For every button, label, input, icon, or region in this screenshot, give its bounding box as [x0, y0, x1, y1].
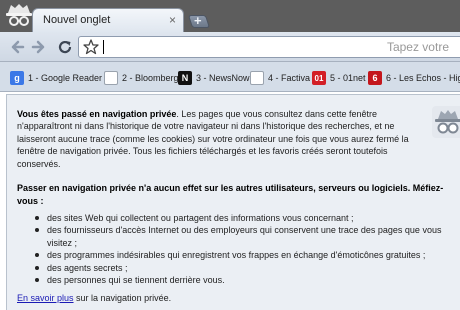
bookmark-factiva[interactable]: 4 - Factiva: [250, 70, 310, 86]
tab-title: Nouvel onglet: [43, 14, 111, 26]
learn-more-link[interactable]: En savoir plus: [17, 293, 74, 303]
warning-title: Passer en navigation privée n'a aucun ef…: [17, 183, 444, 206]
learn-more-text: sur la navigation privée.: [73, 293, 172, 303]
star-bookmark-icon[interactable]: [82, 38, 100, 56]
bookmark-label: 2 - Bloomberg: [122, 73, 179, 83]
incognito-spy-icon: [432, 106, 460, 138]
text-caret: [103, 40, 104, 54]
bookmark-les-echos[interactable]: 6 6 - Les Echos - High-tech: [368, 70, 460, 86]
list-item: des personnes qui se tiennent derrière v…: [33, 274, 453, 286]
bookmarks-bar: g 1 - Google Reader 2 - Bloomberg N 3 - …: [0, 62, 460, 92]
list-item: des programmes indésirables qui enregist…: [33, 249, 453, 261]
list-item: des agents secrets ;: [33, 262, 453, 274]
title-bar: Nouvel onglet × +: [0, 0, 460, 33]
page-icon: [250, 71, 264, 85]
forward-button[interactable]: [28, 36, 50, 58]
close-tab-icon[interactable]: ×: [169, 13, 176, 27]
newsnow-icon: N: [178, 71, 192, 85]
incognito-content: Vous êtes passé en navigation privée. Le…: [6, 94, 460, 310]
bookmark-label: 4 - Factiva: [268, 73, 311, 83]
plus-icon: +: [194, 13, 202, 28]
list-item: des sites Web qui collectent ou partagen…: [33, 212, 453, 224]
forward-arrow-icon: [31, 40, 45, 54]
tab-new-tab[interactable]: Nouvel onglet ×: [32, 8, 184, 33]
bookmark-label: 5 - 01net: [330, 73, 366, 83]
intro-paragraph: Vous êtes passé en navigation privée. Le…: [17, 108, 425, 170]
warning-list: des sites Web qui collectent ou partagen…: [33, 212, 453, 286]
bookmark-label: 6 - Les Echos - High-tech: [386, 73, 460, 83]
intro-bold: Vous êtes passé en navigation privée: [17, 109, 177, 119]
page-icon: [104, 71, 118, 85]
reload-icon: [58, 40, 72, 54]
bookmark-01net[interactable]: 01 5 - 01net: [312, 70, 366, 86]
bookmark-google-reader[interactable]: g 1 - Google Reader: [10, 70, 102, 86]
bookmark-label: 3 - NewsNow: [196, 73, 250, 83]
bookmark-newsnow[interactable]: N 3 - NewsNow: [178, 70, 250, 86]
google-reader-icon: g: [10, 71, 24, 85]
reload-button[interactable]: [54, 36, 76, 58]
bookmark-bloomberg[interactable]: 2 - Bloomberg: [104, 70, 179, 86]
learn-more-line: En savoir plus sur la navigation privée.: [17, 293, 171, 303]
omnibox-hint: Tapez votre: [386, 40, 449, 54]
01net-icon: 01: [312, 71, 326, 85]
back-button[interactable]: [6, 36, 28, 58]
bookmark-label: 1 - Google Reader: [28, 73, 103, 83]
incognito-spy-icon: [6, 4, 32, 26]
lesechos-icon: 6: [368, 71, 382, 85]
back-arrow-icon: [11, 40, 25, 54]
omnibox[interactable]: Tapez votre: [78, 36, 460, 58]
toolbar: Tapez votre: [0, 32, 460, 62]
list-item: des fournisseurs d'accès Internet ou des…: [33, 224, 453, 249]
